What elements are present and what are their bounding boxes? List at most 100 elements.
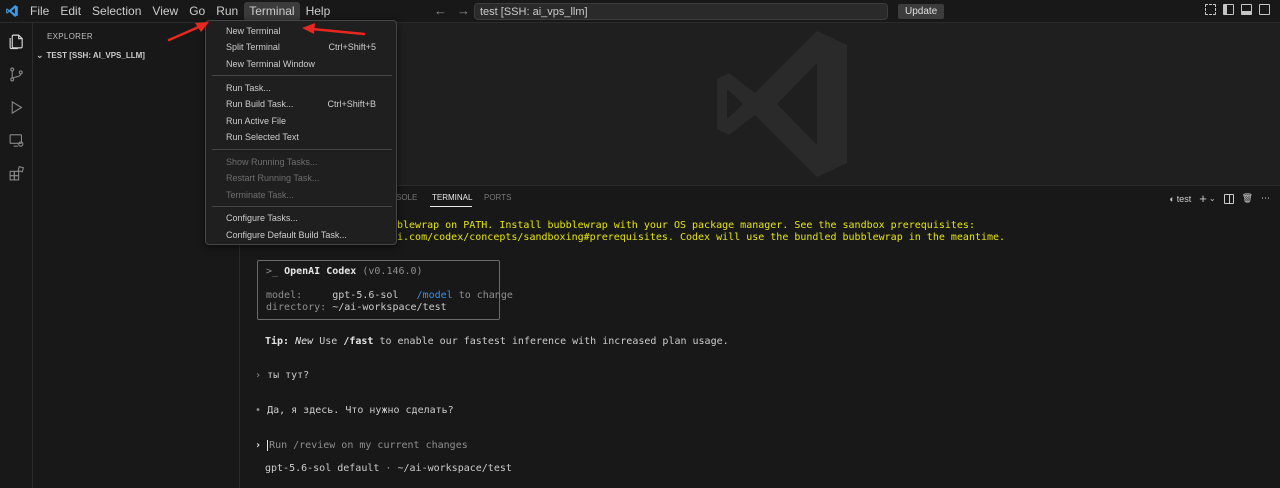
vscode-logo-icon[interactable] [0,0,24,23]
menu-run[interactable]: Run [211,2,243,21]
status-line: gpt-5.6-sol default · ~/ai-workspace/tes… [265,463,512,474]
menu-item-label: Run Build Task... [226,99,294,109]
user-bullet-icon: › [255,370,262,381]
directory-label: directory: [266,302,327,313]
explorer-title: EXPLORER [47,32,93,41]
codex-version: (v0.146.0) [362,266,423,277]
new-terminal-icon[interactable]: + [1199,191,1207,206]
menu-item-shortcut: Ctrl+Shift+5 [328,42,376,52]
menu-item-label: New Terminal [226,26,281,36]
menu-run-task[interactable]: Run Task... [206,81,396,96]
assistant-message: • Да, я здесь. Что нужно сделать? [255,405,454,416]
directory-line: directory: ~/ai-workspace/test [266,302,447,313]
terminal-output[interactable]: blewrap on PATH. Install bubblewrap with… [240,208,1280,488]
tip-rest: to enable our fastest inference with inc… [379,336,729,347]
menu-selection[interactable]: Selection [87,2,146,21]
toggle-secondary-sidebar-icon[interactable] [1259,4,1270,15]
menu-item-label: Run Active File [226,116,287,126]
tip-line: Tip: New Use /fast to enable our fastest… [265,336,729,347]
files-icon[interactable] [8,33,25,50]
menu-run-build-task[interactable]: Run Build Task... Ctrl+Shift+B [206,97,396,112]
source-control-icon[interactable] [8,66,25,83]
codex-title: OpenAI Codex [284,266,357,277]
more-icon[interactable]: ⋯ [1261,193,1270,204]
menu-configure-default-build-task[interactable]: Configure Default Build Task... [206,228,396,243]
tip-label: Tip: [265,336,290,347]
annotation-arrow-icon [302,23,366,36]
tip-new: New [295,336,314,347]
chevron-down-icon[interactable]: ⌄ [1209,194,1216,203]
menu-run-selected-text[interactable]: Run Selected Text [206,130,396,145]
warning-line-1: blewrap on PATH. Install bubblewrap with… [397,220,975,231]
menu-edit[interactable]: Edit [55,2,86,21]
menu-new-terminal-window[interactable]: New Terminal Window [206,57,396,72]
arrow-right-icon[interactable]: → [457,3,470,18]
user-message: › ты тут? [255,370,309,381]
command-center[interactable]: test [SSH: ai_vps_llm] [474,3,888,20]
root-folder-label: TEST [SSH: AI_VPS_LLM] [46,51,145,60]
run-debug-icon[interactable] [8,99,25,116]
status-model: gpt-5.6-sol default [265,463,380,474]
codex-title-line: >_ OpenAI Codex (v0.146.0) [266,266,423,277]
user-message-text: ты тут? [267,370,310,381]
menu-restart-running-task: Restart Running Task... [206,171,396,186]
tab-console[interactable]: SOLE [396,193,417,202]
input-prompt-icon: › [255,440,262,451]
terminal-menu-dropdown: New Terminal Split Terminal Ctrl+Shift+5 … [205,20,397,245]
chevron-down-icon: ⌄ [36,50,44,60]
menu-terminal[interactable]: Terminal [244,1,300,21]
model-command: /model [416,290,453,301]
annotation-arrow-icon [167,22,209,42]
tab-ports[interactable]: PORTS [484,193,511,202]
extensions-icon[interactable] [8,165,25,182]
explorer-root-folder[interactable]: ⌄ TEST [SSH: AI_VPS_LLM] [36,50,145,61]
navigation-arrows: ← → [434,3,470,18]
arrow-left-icon[interactable]: ← [434,3,447,18]
menu-split-terminal[interactable]: Split Terminal Ctrl+Shift+5 [206,40,396,55]
model-label: model: [266,290,303,301]
warning-line-2: i.com/codex/concepts/sandboxing#prerequi… [397,232,1006,243]
menu-file[interactable]: File [25,2,54,21]
tab-terminal[interactable]: TERMINAL [432,193,472,202]
menu-item-label: Show Running Tasks... [226,157,318,167]
menu-separator [212,75,392,76]
active-tab-indicator [430,206,472,207]
layout-controls [1205,4,1270,15]
menu-item-label: Run Selected Text [226,132,299,142]
menu-item-label: New Terminal Window [226,59,315,69]
vscode-watermark-logo [717,31,847,177]
menu-item-shortcut: Ctrl+Shift+B [327,99,376,109]
menu-item-label: Restart Running Task... [226,173,320,183]
customize-layout-icon[interactable] [1205,4,1216,15]
terminal-instance[interactable]: ◐ test [1169,194,1191,204]
codex-prompt-glyph: >_ [266,266,279,277]
menu-item-label: Configure Default Build Task... [226,230,347,240]
model-line: model: gpt-5.6-sol /model to change [266,290,513,301]
input-prompt[interactable]: › Run /review on my current changes [255,440,468,451]
tip-command: /fast [343,336,374,347]
update-button[interactable]: Update [898,4,945,19]
menu-item-label: Terminate Task... [226,190,294,200]
menu-item-label: Split Terminal [226,42,280,52]
menu-help[interactable]: Help [301,2,336,21]
assistant-message-text: Да, я здесь. Что нужно сделать? [267,405,454,416]
menu-show-running-tasks: Show Running Tasks... [206,155,396,170]
menu-item-label: Configure Tasks... [226,213,298,223]
status-dir: ~/ai-workspace/test [397,463,512,474]
assistant-bullet-icon: • [255,405,262,416]
menu-terminate-task: Terminate Task... [206,188,396,203]
toggle-panel-icon[interactable] [1241,4,1252,15]
remote-explorer-icon[interactable] [8,132,25,149]
input-placeholder[interactable]: Run /review on my current changes [267,440,468,451]
kill-terminal-icon[interactable]: 🗑 [1242,193,1253,204]
panel-actions: ◐ test + ⌄ 🗑 ⋯ [1169,191,1270,206]
tip-use: Use [319,336,338,347]
split-terminal-icon[interactable] [1223,193,1234,204]
toggle-primary-sidebar-icon[interactable] [1223,4,1234,15]
directory-value: ~/ai-workspace/test [332,302,447,313]
model-value: gpt-5.6-sol [332,290,399,301]
status-separator: · [385,463,392,474]
menu-configure-tasks[interactable]: Configure Tasks... [206,211,396,226]
activity-bar [0,23,33,488]
menu-run-active-file[interactable]: Run Active File [206,114,396,129]
